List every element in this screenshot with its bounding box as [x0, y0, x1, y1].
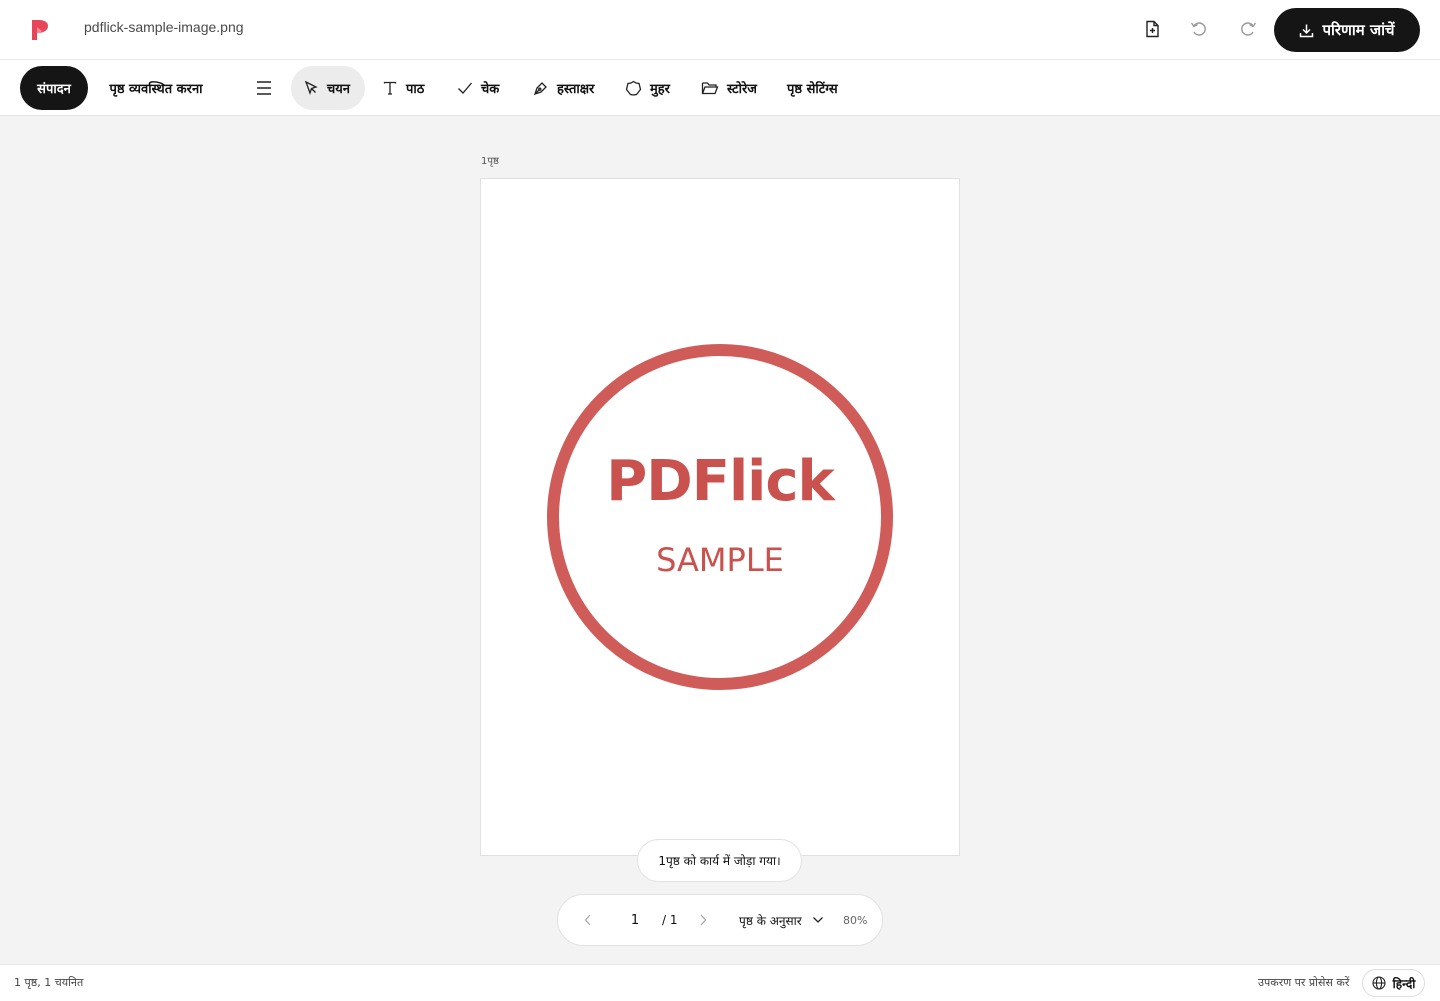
tool-seal-label: मुहर: [650, 82, 670, 97]
tool-check-label: चेक: [481, 82, 500, 97]
tool-text[interactable]: पाठ: [370, 66, 436, 110]
file-name: pdflick-sample-image.png: [84, 19, 244, 35]
selection-status: 1 पृष्ठ, 1 चयनित: [14, 976, 84, 989]
add-page-icon[interactable]: [1141, 18, 1163, 40]
processing-status: उपकरण पर प्रोसेस करें: [1258, 976, 1350, 989]
tab-edit-label: संपादन: [37, 82, 71, 97]
tool-select[interactable]: चयन: [291, 66, 365, 110]
status-bar: 1 पृष्ठ, 1 चयनित उपकरण पर प्रोसेस करें ह…: [0, 964, 1440, 1001]
tab-organize-pages[interactable]: पृष्ठ व्यवस्थित करना: [98, 66, 214, 110]
globe-icon: [1372, 976, 1386, 990]
zoom-level[interactable]: 80%: [843, 895, 867, 945]
language-selector[interactable]: हिन्दी: [1362, 969, 1425, 997]
pointer-icon: [304, 80, 318, 95]
pdflick-logo-icon[interactable]: [30, 18, 50, 42]
stamp-title: PDFlick: [606, 449, 835, 514]
folder-icon: [701, 82, 719, 95]
check-result-label: परिणाम जांचें: [1322, 21, 1395, 39]
total-pages: / 1: [662, 913, 678, 927]
tool-seal[interactable]: मुहर: [613, 66, 682, 110]
undo-icon[interactable]: [1188, 18, 1210, 40]
pen-icon: [533, 81, 547, 95]
document-page[interactable]: PDFlick SAMPLE: [480, 178, 960, 856]
next-page-button[interactable]: [695, 895, 711, 945]
stamp-subtitle: SAMPLE: [656, 541, 784, 579]
tool-signature-label: हस्ताक्षर: [557, 82, 595, 97]
editor-toolbar: संपादन पृष्ठ व्यवस्थित करना चयन पाठ चेक …: [0, 60, 1440, 116]
tool-page-settings[interactable]: पृष्ठ सेटिंग्स: [775, 66, 850, 110]
toast-notification: 1पृष्ठ को कार्य में जोड़ा गया।: [637, 839, 802, 882]
tool-check[interactable]: चेक: [445, 66, 511, 110]
check-result-button[interactable]: परिणाम जांचें: [1274, 8, 1420, 52]
chevron-left-icon: [584, 914, 591, 926]
redo-icon[interactable]: [1237, 18, 1259, 40]
tool-signature[interactable]: हस्ताक्षर: [520, 66, 606, 110]
current-page-input[interactable]: 1: [624, 895, 646, 945]
language-label: हिन्दी: [1392, 976, 1416, 991]
tab-edit[interactable]: संपादन: [20, 66, 88, 110]
fit-mode-dropdown[interactable]: पृष्ठ के अनुसार: [739, 895, 824, 945]
seal-icon: [625, 80, 642, 96]
top-bar: pdflick-sample-image.png परिणाम जांचें: [0, 0, 1440, 60]
text-icon: [383, 81, 397, 95]
tool-select-label: चयन: [327, 82, 351, 97]
fit-mode-label: पृष्ठ के अनुसार: [739, 913, 802, 928]
chevron-down-icon: [812, 917, 823, 923]
tool-page-settings-label: पृष्ठ सेटिंग्स: [787, 82, 838, 97]
tool-storage[interactable]: स्टोरेज: [689, 66, 769, 110]
stamp-circle: [547, 344, 893, 690]
check-icon: [458, 82, 472, 94]
download-icon: [1300, 24, 1314, 37]
previous-page-button[interactable]: [580, 895, 596, 945]
page-number-label: 1पृष्ठ: [481, 156, 499, 167]
toast-message: 1पृष्ठ को कार्य में जोड़ा गया।: [658, 854, 781, 868]
tool-text-label: पाठ: [406, 82, 425, 97]
menu-icon[interactable]: [252, 66, 276, 110]
tab-organize-label: पृष्ठ व्यवस्थित करना: [109, 82, 203, 97]
tool-storage-label: स्टोरेज: [727, 82, 757, 97]
page-navigator: 1 / 1 पृष्ठ के अनुसार 80%: [557, 894, 883, 946]
chevron-right-icon: [700, 914, 707, 926]
